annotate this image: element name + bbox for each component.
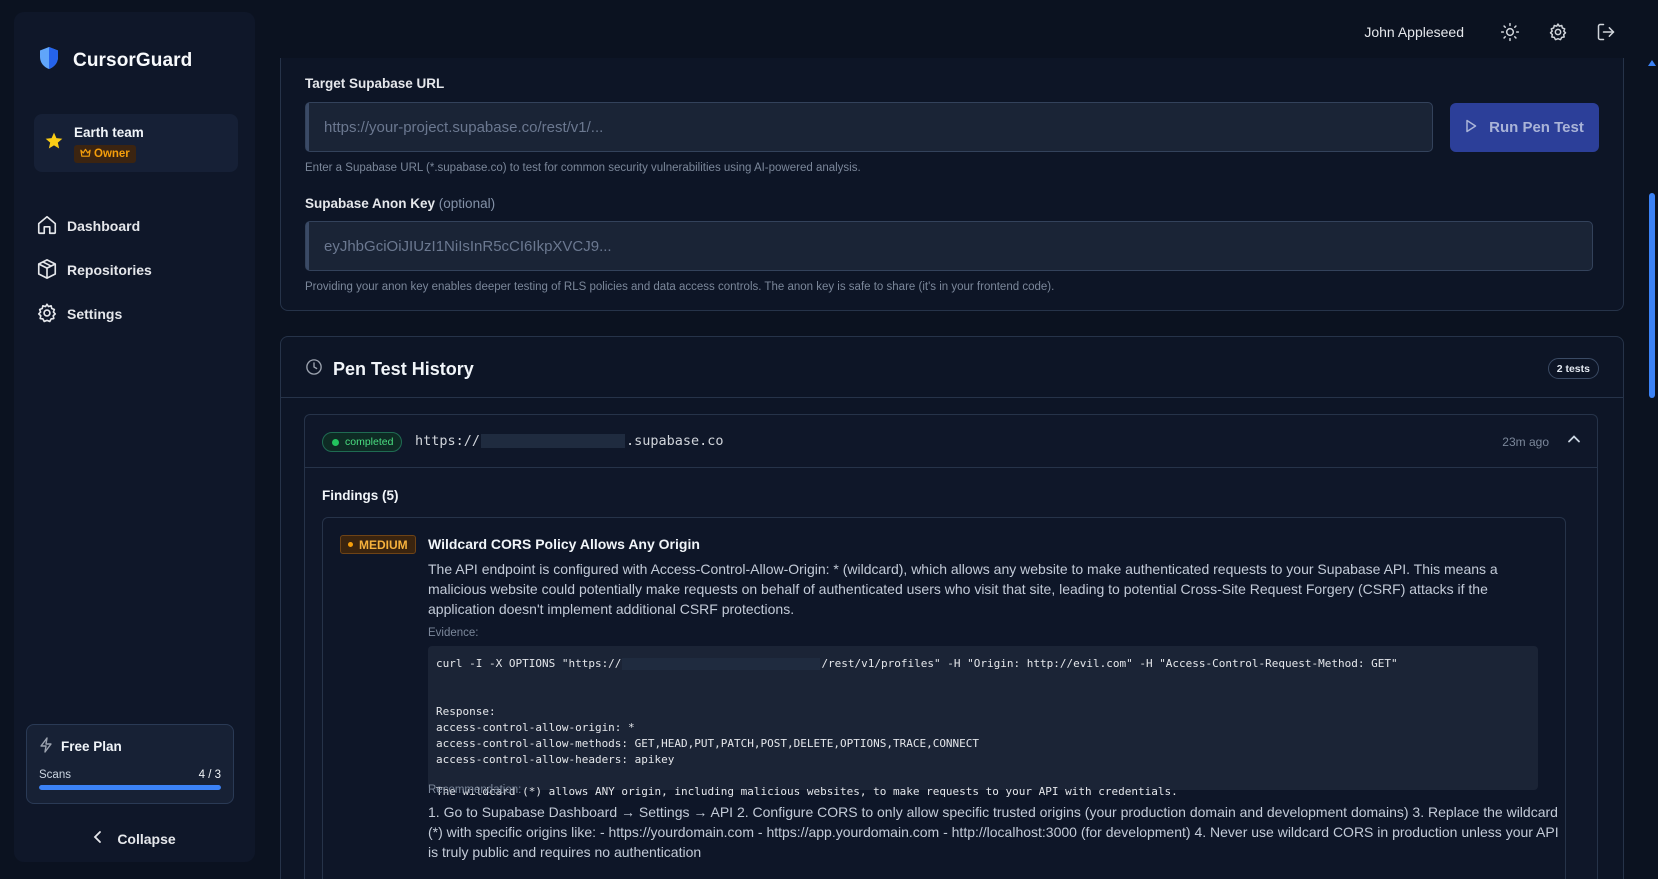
plan-title: Free Plan: [39, 737, 122, 756]
brand[interactable]: CursorGuard: [38, 46, 192, 75]
pen-test-form: Target Supabase URL https://your-project…: [280, 58, 1624, 311]
key-optional: (optional): [438, 196, 496, 211]
status-label: completed: [345, 436, 394, 448]
severity-label: MEDIUM: [359, 537, 408, 552]
recommendation-text: 1. Go to Supabase Dashboard → Settings →…: [428, 804, 1559, 860]
sidebar-nav: Dashboard Repositories Settings: [36, 204, 236, 336]
role-badge: Owner: [74, 145, 136, 163]
role-label: Owner: [94, 148, 130, 160]
star-icon: [44, 131, 64, 156]
run-label: Run Pen Test: [1489, 119, 1584, 136]
lightning-icon: [39, 737, 53, 756]
team-name: Earth team: [74, 125, 144, 140]
evidence-label: Evidence:: [428, 627, 479, 639]
test-url-suffix: .supabase.co: [626, 433, 724, 449]
test-url: https:// .supabase.co: [415, 433, 724, 449]
scrollbar[interactable]: [1646, 58, 1658, 879]
url-placeholder: https://your-project.supabase.co/rest/v1…: [324, 118, 604, 136]
home-icon: [36, 214, 58, 239]
sidebar-item-label: Settings: [67, 306, 123, 322]
evidence-response: Response: access-control-allow-origin: *…: [436, 705, 1178, 798]
status-badge: completed: [322, 432, 403, 452]
plan-name: Free Plan: [61, 739, 122, 754]
history-title: Pen Test History: [305, 358, 474, 381]
key-label-text: Supabase Anon Key: [305, 196, 436, 211]
run-pen-test-button[interactable]: Run Pen Test: [1450, 103, 1599, 152]
test-row[interactable]: completed https:// .supabase.co 23m ago: [305, 415, 1597, 468]
gear-icon: [36, 302, 58, 327]
logout-icon[interactable]: [1582, 20, 1630, 44]
finding-card: MEDIUM Wildcard CORS Policy Allows Any O…: [322, 517, 1566, 879]
finding-title: Wildcard CORS Policy Allows Any Origin: [428, 536, 700, 552]
test-url-prefix: https://: [415, 433, 481, 449]
chevron-up-icon[interactable]: [1567, 432, 1581, 451]
evidence-block: curl -I -X OPTIONS "https:// /rest/v1/pro…: [428, 646, 1538, 798]
scroll-up-arrow[interactable]: [1648, 60, 1656, 66]
test-time: 23m ago: [1502, 435, 1549, 449]
crown-icon: [80, 148, 91, 161]
key-label: Supabase Anon Key (optional): [305, 196, 495, 211]
tests-count-badge: 2 tests: [1547, 358, 1599, 379]
evidence-command: curl -I -X OPTIONS "https:// /rest/v1/pro…: [436, 656, 1530, 672]
gear-icon[interactable]: [1534, 20, 1582, 44]
sidebar-item-settings[interactable]: Settings: [36, 292, 236, 336]
team-switcher[interactable]: Earth team Owner: [34, 114, 238, 172]
history-header: Pen Test History 2 tests: [281, 337, 1623, 398]
url-hint: Enter a Supabase URL (*.supabase.co) to …: [305, 162, 861, 174]
user-name[interactable]: John Appleseed: [1364, 24, 1464, 40]
shield-icon: [38, 46, 60, 75]
box-icon: [36, 258, 58, 283]
scans-row: Scans 4 / 3: [39, 769, 221, 781]
redacted-text: [622, 658, 821, 670]
findings-title: Findings (5): [322, 488, 399, 503]
collapse-button[interactable]: Collapse: [14, 830, 255, 847]
scroll-thumb[interactable]: [1649, 193, 1655, 398]
scans-label: Scans: [39, 769, 71, 781]
brand-name: CursorGuard: [73, 49, 193, 71]
sun-icon[interactable]: [1486, 20, 1534, 44]
url-label: Target Supabase URL: [305, 76, 445, 91]
history-title-text: Pen Test History: [333, 359, 474, 379]
sidebar-item-label: Dashboard: [67, 218, 141, 234]
redacted-text: [481, 434, 626, 448]
severity-badge: MEDIUM: [340, 535, 416, 554]
finding-description: The API endpoint is configured with Acce…: [428, 561, 1498, 617]
plan-card[interactable]: Free Plan Scans 4 / 3: [26, 724, 234, 804]
play-icon: [1465, 119, 1477, 137]
scans-progress-fill: [39, 785, 221, 790]
key-placeholder: eyJhbGciOiJIUzI1NiIsInR5cCI6IkpXVCJ9...: [324, 237, 612, 255]
collapse-label: Collapse: [117, 830, 176, 847]
status-dot: [332, 438, 339, 446]
anon-key-input[interactable]: eyJhbGciOiJIUzI1NiIsInR5cCI6IkpXVCJ9...: [305, 221, 1593, 271]
recommendation-label: Recommendation:: [428, 784, 522, 796]
chevron-left-icon: [93, 830, 103, 847]
clock-icon: [305, 358, 323, 381]
key-hint: Providing your anon key enables deeper t…: [305, 281, 1055, 293]
scans-progress: [39, 785, 221, 790]
sidebar-item-repositories[interactable]: Repositories: [36, 248, 236, 292]
evidence-cmd-prefix: curl -I -X OPTIONS "https://: [436, 657, 622, 670]
severity-dot: [348, 542, 353, 547]
url-input[interactable]: https://your-project.supabase.co/rest/v1…: [305, 102, 1433, 152]
evidence-cmd-suffix: /rest/v1/profiles" -H "Origin: http://ev…: [821, 657, 1398, 670]
top-bar: John Appleseed: [1364, 20, 1630, 44]
sidebar-item-dashboard[interactable]: Dashboard: [36, 204, 236, 248]
sidebar-item-label: Repositories: [67, 262, 152, 278]
scans-count: 4 / 3: [198, 769, 221, 781]
sidebar: CursorGuard Earth team Owner Dashboard R…: [14, 12, 255, 862]
